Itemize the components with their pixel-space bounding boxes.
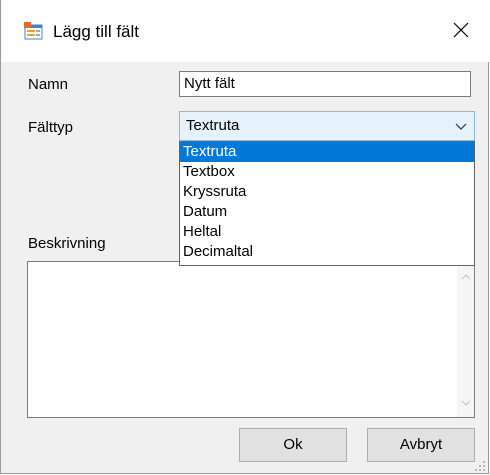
name-field[interactable]: Nytt fält [179, 71, 471, 97]
scroll-up-arrow-icon[interactable] [457, 268, 474, 285]
description-scrollbar[interactable] [457, 262, 474, 417]
dropdown-option[interactable]: Datum [180, 202, 474, 222]
dropdown-option[interactable]: Textruta [180, 142, 474, 162]
close-button[interactable] [432, 0, 490, 62]
field-type-combobox[interactable]: Textruta [179, 111, 475, 141]
field-type-selected-value: Textruta [186, 117, 240, 134]
dropdown-option[interactable]: Kryssruta [180, 182, 474, 202]
dropdown-option[interactable]: Decimaltal [180, 242, 474, 262]
ok-button[interactable]: Ok [239, 428, 347, 462]
description-textarea[interactable] [27, 261, 475, 418]
form-window-icon [24, 22, 44, 42]
description-label: Beskrivning [28, 235, 106, 252]
dropdown-option[interactable]: Textbox [180, 162, 474, 182]
field-type-label: Fälttyp [28, 119, 74, 136]
dropdown-option[interactable]: Heltal [180, 222, 474, 242]
chevron-down-icon[interactable] [454, 119, 468, 133]
title-bar[interactable]: Lägg till fält [1, 0, 490, 62]
scroll-down-arrow-icon[interactable] [457, 394, 474, 411]
close-icon [453, 22, 469, 41]
name-label: Namn [28, 76, 69, 93]
cancel-button[interactable]: Avbryt [367, 428, 475, 462]
resize-grip-icon[interactable] [474, 459, 486, 471]
window-title: Lägg till fält [53, 22, 139, 41]
dialog-window: Lägg till fält Namn Nytt fält Fälttyp Te… [0, 0, 490, 474]
field-type-dropdown-list: Textruta Textbox Kryssruta Datum Heltal … [179, 141, 475, 266]
